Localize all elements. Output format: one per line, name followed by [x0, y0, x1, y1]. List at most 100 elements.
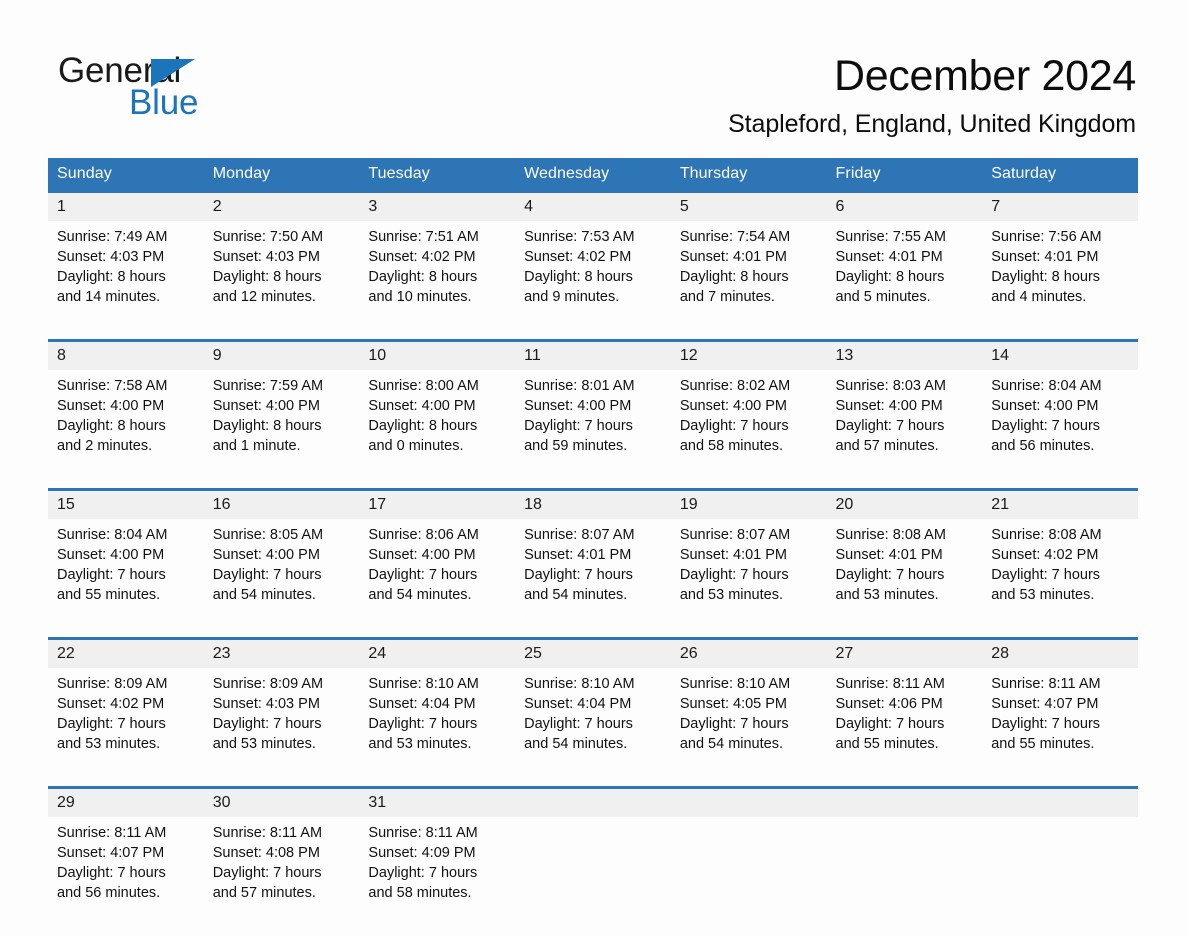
sunset-text: Sunset: 4:00 PM [680, 396, 821, 416]
day-number-row: 8 9 10 11 12 13 14 [48, 341, 1138, 371]
general-blue-logo[interactable]: General Blue [58, 52, 358, 124]
daylight-text: Daylight: 8 hours [680, 267, 821, 287]
day-cell[interactable]: Sunrise: 8:03 AM Sunset: 4:00 PM Dayligh… [827, 370, 983, 490]
day-cell[interactable]: Sunrise: 8:09 AM Sunset: 4:03 PM Dayligh… [204, 668, 360, 788]
day-cell[interactable]: Sunrise: 8:02 AM Sunset: 4:00 PM Dayligh… [671, 370, 827, 490]
day-cell[interactable]: Sunrise: 8:10 AM Sunset: 4:04 PM Dayligh… [359, 668, 515, 788]
day-cell[interactable]: Sunrise: 7:59 AM Sunset: 4:00 PM Dayligh… [204, 370, 360, 490]
day-cell[interactable]: Sunrise: 8:04 AM Sunset: 4:00 PM Dayligh… [48, 519, 204, 639]
day-number[interactable]: 25 [515, 639, 671, 669]
day-cell[interactable]: Sunrise: 7:53 AM Sunset: 4:02 PM Dayligh… [515, 221, 671, 341]
daylight-text: Daylight: 8 hours [368, 267, 509, 287]
day-detail-row: Sunrise: 8:11 AM Sunset: 4:07 PM Dayligh… [48, 817, 1138, 935]
sunrise-text: Sunrise: 8:07 AM [524, 525, 665, 545]
calendar-body: 1 2 3 4 5 6 7 Sunrise: 7:49 AM Sunset: 4… [48, 192, 1138, 935]
sunset-text: Sunset: 4:00 PM [57, 545, 198, 565]
day-number[interactable]: 13 [827, 341, 983, 371]
day-number[interactable]: 3 [359, 192, 515, 222]
day-number[interactable]: 17 [359, 490, 515, 520]
sunset-text: Sunset: 4:02 PM [524, 247, 665, 267]
daylight-text-cont: and 55 minutes. [836, 734, 977, 754]
day-cell[interactable]: Sunrise: 8:07 AM Sunset: 4:01 PM Dayligh… [671, 519, 827, 639]
day-cell[interactable]: Sunrise: 8:08 AM Sunset: 4:02 PM Dayligh… [982, 519, 1138, 639]
day-number[interactable]: 11 [515, 341, 671, 371]
daylight-text: Daylight: 7 hours [680, 416, 821, 436]
day-number[interactable]: 16 [204, 490, 360, 520]
daylight-text-cont: and 0 minutes. [368, 436, 509, 456]
day-number[interactable]: 30 [204, 788, 360, 818]
day-cell[interactable]: Sunrise: 7:51 AM Sunset: 4:02 PM Dayligh… [359, 221, 515, 341]
day-cell[interactable]: Sunrise: 8:01 AM Sunset: 4:00 PM Dayligh… [515, 370, 671, 490]
daylight-text: Daylight: 7 hours [524, 714, 665, 734]
sunrise-text: Sunrise: 8:11 AM [368, 823, 509, 843]
day-cell[interactable]: Sunrise: 7:54 AM Sunset: 4:01 PM Dayligh… [671, 221, 827, 341]
day-number[interactable]: 21 [982, 490, 1138, 520]
day-cell[interactable]: Sunrise: 8:11 AM Sunset: 4:08 PM Dayligh… [204, 817, 360, 935]
sunrise-text: Sunrise: 7:56 AM [991, 227, 1132, 247]
day-number[interactable]: 27 [827, 639, 983, 669]
weekday-header-monday: Monday [204, 158, 360, 192]
day-cell[interactable]: Sunrise: 8:08 AM Sunset: 4:01 PM Dayligh… [827, 519, 983, 639]
day-number[interactable]: 9 [204, 341, 360, 371]
day-number[interactable]: 4 [515, 192, 671, 222]
daylight-text: Daylight: 7 hours [57, 565, 198, 585]
daylight-text: Daylight: 8 hours [213, 267, 354, 287]
sunrise-text: Sunrise: 8:09 AM [213, 674, 354, 694]
day-cell[interactable]: Sunrise: 8:06 AM Sunset: 4:00 PM Dayligh… [359, 519, 515, 639]
day-number[interactable]: 10 [359, 341, 515, 371]
daylight-text-cont: and 5 minutes. [836, 287, 977, 307]
day-number[interactable]: 28 [982, 639, 1138, 669]
day-number[interactable]: 5 [671, 192, 827, 222]
day-number[interactable]: 18 [515, 490, 671, 520]
day-number[interactable]: 22 [48, 639, 204, 669]
sunset-text: Sunset: 4:00 PM [368, 545, 509, 565]
day-cell[interactable]: Sunrise: 7:56 AM Sunset: 4:01 PM Dayligh… [982, 221, 1138, 341]
day-detail-row: Sunrise: 7:58 AM Sunset: 4:00 PM Dayligh… [48, 370, 1138, 490]
day-cell[interactable]: Sunrise: 8:11 AM Sunset: 4:06 PM Dayligh… [827, 668, 983, 788]
daylight-text: Daylight: 7 hours [991, 714, 1132, 734]
day-number[interactable]: 26 [671, 639, 827, 669]
sunset-text: Sunset: 4:00 PM [836, 396, 977, 416]
day-number[interactable]: 20 [827, 490, 983, 520]
daylight-text: Daylight: 7 hours [213, 565, 354, 585]
day-number[interactable]: 8 [48, 341, 204, 371]
day-detail-row: Sunrise: 8:09 AM Sunset: 4:02 PM Dayligh… [48, 668, 1138, 788]
day-cell[interactable]: Sunrise: 8:09 AM Sunset: 4:02 PM Dayligh… [48, 668, 204, 788]
day-cell[interactable]: Sunrise: 7:50 AM Sunset: 4:03 PM Dayligh… [204, 221, 360, 341]
day-number[interactable]: 24 [359, 639, 515, 669]
day-number[interactable]: 31 [359, 788, 515, 818]
day-cell[interactable]: Sunrise: 8:07 AM Sunset: 4:01 PM Dayligh… [515, 519, 671, 639]
day-number-empty [671, 788, 827, 818]
sunset-text: Sunset: 4:04 PM [524, 694, 665, 714]
day-cell[interactable]: Sunrise: 7:58 AM Sunset: 4:00 PM Dayligh… [48, 370, 204, 490]
daylight-text-cont: and 55 minutes. [991, 734, 1132, 754]
day-number[interactable]: 23 [204, 639, 360, 669]
page-title: December 2024 [728, 50, 1136, 102]
sunrise-text: Sunrise: 8:10 AM [524, 674, 665, 694]
day-cell[interactable]: Sunrise: 8:11 AM Sunset: 4:07 PM Dayligh… [48, 817, 204, 935]
day-cell[interactable]: Sunrise: 7:49 AM Sunset: 4:03 PM Dayligh… [48, 221, 204, 341]
day-number[interactable]: 7 [982, 192, 1138, 222]
daylight-text-cont: and 59 minutes. [524, 436, 665, 456]
day-number[interactable]: 29 [48, 788, 204, 818]
day-number-row: 1 2 3 4 5 6 7 [48, 192, 1138, 222]
day-number[interactable]: 12 [671, 341, 827, 371]
day-cell[interactable]: Sunrise: 8:00 AM Sunset: 4:00 PM Dayligh… [359, 370, 515, 490]
sunset-text: Sunset: 4:00 PM [57, 396, 198, 416]
day-number[interactable]: 6 [827, 192, 983, 222]
day-number-row: 29 30 31 [48, 788, 1138, 818]
day-number[interactable]: 2 [204, 192, 360, 222]
day-number[interactable]: 1 [48, 192, 204, 222]
day-cell[interactable]: Sunrise: 8:11 AM Sunset: 4:07 PM Dayligh… [982, 668, 1138, 788]
calendar-page: General Blue December 2024 Stapleford, E… [0, 0, 1188, 918]
sunrise-text: Sunrise: 8:02 AM [680, 376, 821, 396]
day-cell[interactable]: Sunrise: 7:55 AM Sunset: 4:01 PM Dayligh… [827, 221, 983, 341]
day-cell[interactable]: Sunrise: 8:04 AM Sunset: 4:00 PM Dayligh… [982, 370, 1138, 490]
day-number[interactable]: 15 [48, 490, 204, 520]
day-number[interactable]: 19 [671, 490, 827, 520]
day-cell[interactable]: Sunrise: 8:10 AM Sunset: 4:05 PM Dayligh… [671, 668, 827, 788]
day-number[interactable]: 14 [982, 341, 1138, 371]
day-cell[interactable]: Sunrise: 8:05 AM Sunset: 4:00 PM Dayligh… [204, 519, 360, 639]
day-cell[interactable]: Sunrise: 8:10 AM Sunset: 4:04 PM Dayligh… [515, 668, 671, 788]
day-cell[interactable]: Sunrise: 8:11 AM Sunset: 4:09 PM Dayligh… [359, 817, 515, 935]
